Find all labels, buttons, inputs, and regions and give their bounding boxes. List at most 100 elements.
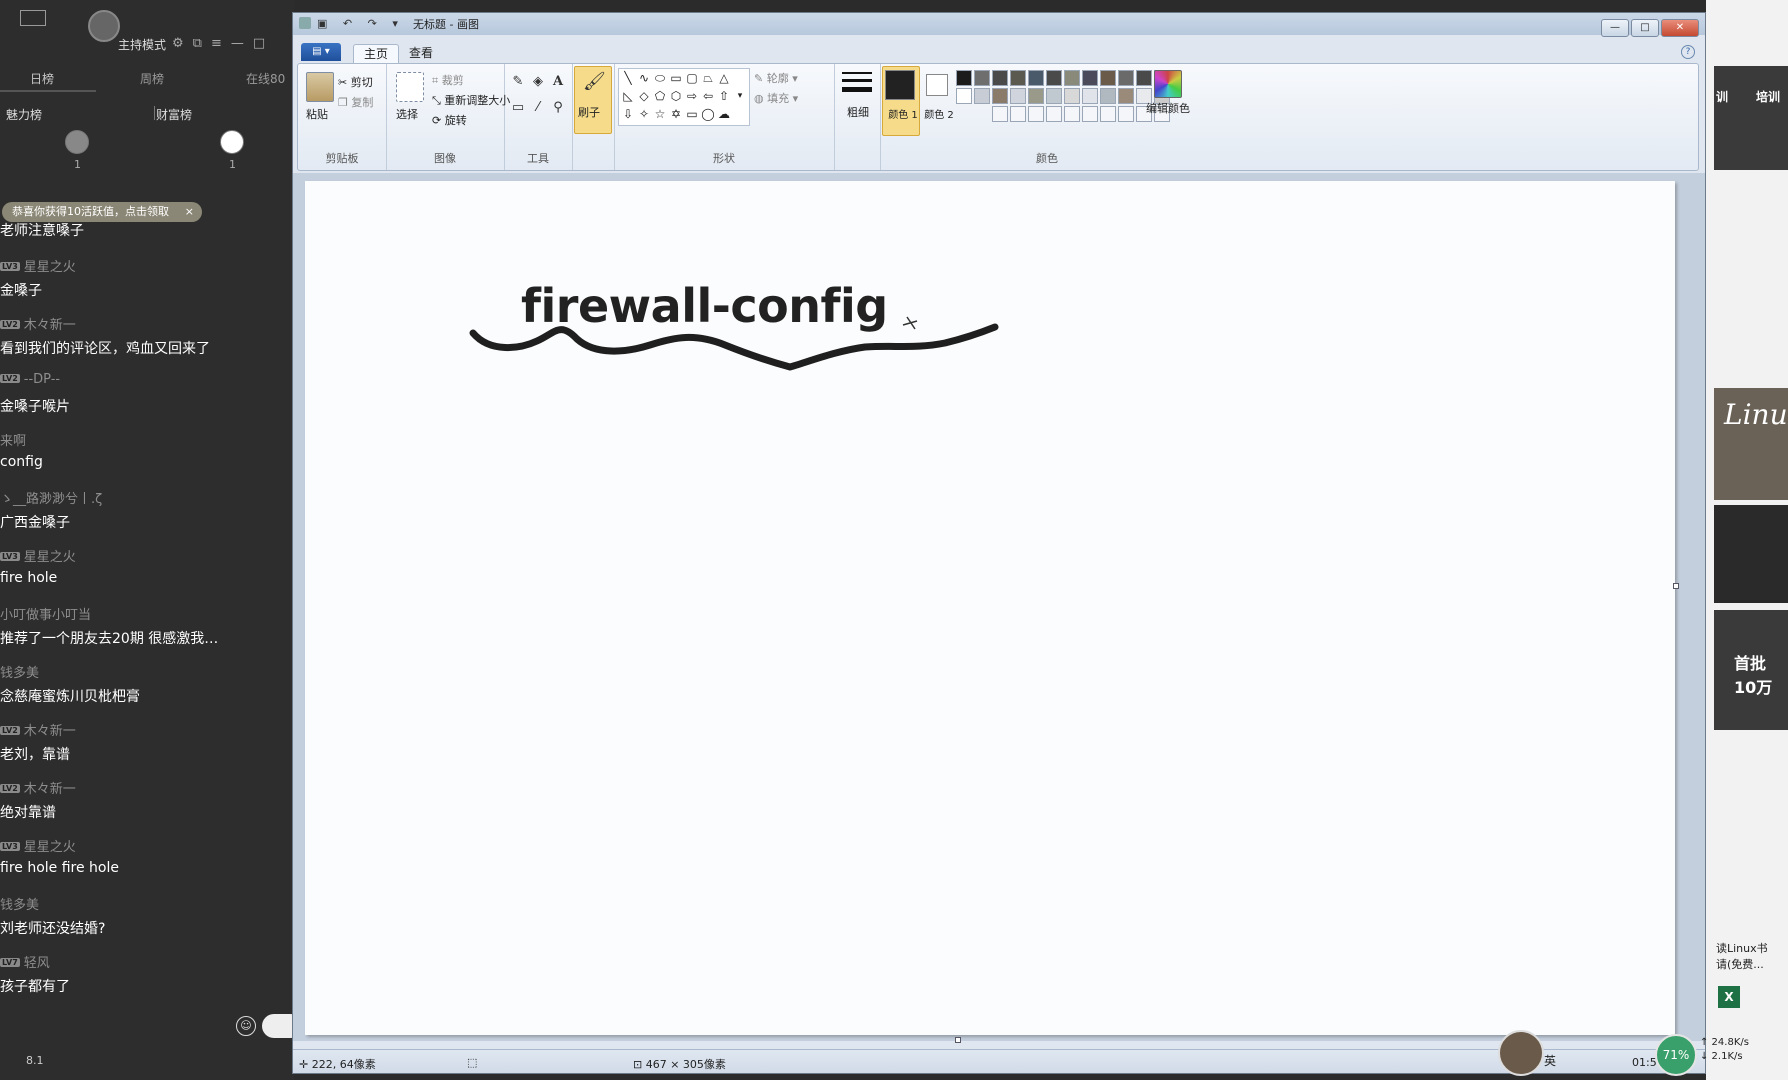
paint-app-icon[interactable] <box>299 17 311 29</box>
star4-icon[interactable]: ✧ <box>637 107 651 121</box>
palette-swatch[interactable] <box>1118 88 1134 104</box>
tab-daily[interactable]: 日榜 <box>30 70 54 87</box>
palette-swatch[interactable] <box>1064 70 1080 86</box>
palette-swatch[interactable] <box>956 88 972 104</box>
wealth-rank-title[interactable]: 财富榜 <box>156 106 192 123</box>
drawing-canvas[interactable]: firewall-config <box>305 181 1675 1035</box>
wealth-top-avatar[interactable] <box>220 130 244 154</box>
arrow-down-icon[interactable]: ⇩ <box>621 107 635 121</box>
fill-icon[interactable]: ◈ <box>530 74 546 90</box>
group-size[interactable]: 粗细 <box>834 64 881 170</box>
rectangle-icon[interactable]: ▭ <box>669 71 683 85</box>
resize-handle-right[interactable] <box>1673 583 1679 589</box>
palette-swatch[interactable] <box>1136 70 1152 86</box>
callout-oval-icon[interactable]: ◯ <box>701 107 715 121</box>
custom-swatch[interactable] <box>1064 106 1080 122</box>
callout-cloud-icon[interactable]: ☁ <box>717 107 731 121</box>
magnifier-icon[interactable]: ⚲ <box>550 100 566 116</box>
charm-top-avatar[interactable] <box>65 130 89 154</box>
star5-icon[interactable]: ☆ <box>653 107 667 121</box>
menu-icon[interactable]: ≡ <box>211 36 231 51</box>
palette-swatch[interactable] <box>974 70 990 86</box>
help-icon[interactable]: ? <box>1681 45 1695 59</box>
text-icon[interactable]: A <box>550 74 566 90</box>
settings-icon[interactable]: ⚙ <box>172 36 193 51</box>
palette-swatch[interactable] <box>1028 88 1044 104</box>
palette-swatch[interactable] <box>974 88 990 104</box>
arrow-up-icon[interactable]: ⇧ <box>717 89 731 103</box>
copy-button[interactable]: ❐ 复制 <box>338 94 373 110</box>
color-picker-icon[interactable]: ⁄ <box>530 100 546 116</box>
tab-view[interactable]: 查看 <box>399 44 443 63</box>
cpu-gauge[interactable]: 71% <box>1655 1034 1697 1076</box>
palette-swatch[interactable] <box>1046 70 1062 86</box>
popout-icon[interactable]: ⧉ <box>193 36 211 51</box>
custom-swatch[interactable] <box>1046 106 1062 122</box>
right-triangle-icon[interactable]: ◺ <box>621 89 635 103</box>
chat-input[interactable] <box>262 1014 294 1038</box>
pencil-icon[interactable]: ✎ <box>510 74 526 90</box>
fill-button[interactable]: ◍ 填充 ▾ <box>754 90 798 106</box>
star6-icon[interactable]: ✡ <box>669 107 683 121</box>
resize-button[interactable]: ⤡ 重新调整大小 <box>432 92 510 108</box>
shapes-gallery[interactable]: ╲ ∿ ⬭ ▭ ▢ ⏢ △ ◺ ◇ ⬠ ⬡ ⇨ ⇦ ⇧ ⇩ ✧ ☆ ✡ ▭ ◯ … <box>618 68 750 126</box>
palette-swatch[interactable] <box>1046 88 1062 104</box>
tab-home[interactable]: 主页 <box>353 44 400 64</box>
callout-rect-icon[interactable]: ▭ <box>685 107 699 121</box>
palette-swatch[interactable] <box>1100 70 1116 86</box>
cut-button[interactable]: ✂ 剪切 <box>338 74 373 90</box>
custom-swatch[interactable] <box>1028 106 1044 122</box>
triangle-icon[interactable]: △ <box>717 71 731 85</box>
outline-button[interactable]: ✎ 轮廓 ▾ <box>754 70 798 86</box>
gallery-scroll-icon[interactable]: ▾ <box>733 89 747 103</box>
file-menu-button[interactable]: ▤ ▾ <box>301 43 341 61</box>
maximize-icon[interactable]: □ <box>253 36 274 51</box>
palette-swatch[interactable] <box>992 88 1008 104</box>
minimize-icon[interactable]: — <box>231 36 253 51</box>
header-icons[interactable]: ⚙⧉≡—□ <box>172 36 274 51</box>
palette-swatch[interactable] <box>1082 88 1098 104</box>
linux-ad-banner[interactable]: Linux <box>1714 388 1788 500</box>
arrow-left-icon[interactable]: ⇦ <box>701 89 715 103</box>
eraser-icon[interactable]: ▭ <box>510 100 526 116</box>
line-icon[interactable]: ╲ <box>621 71 635 85</box>
arrow-right-icon[interactable]: ⇨ <box>685 89 699 103</box>
caption-1[interactable]: 读Linux书 <box>1716 940 1768 956</box>
pentagon-icon[interactable]: ⬠ <box>653 89 667 103</box>
ad-image[interactable] <box>1714 505 1788 603</box>
palette-swatch[interactable] <box>1010 88 1026 104</box>
palette-swatch[interactable] <box>1028 70 1044 86</box>
custom-swatch[interactable] <box>1010 106 1026 122</box>
promo-banner[interactable]: 首批10万 <box>1714 610 1788 730</box>
maximize-button[interactable]: □ <box>1631 19 1659 37</box>
paste-button[interactable]: 粘贴 <box>306 106 328 122</box>
reward-notice[interactable]: 恭喜你获得10活跃值，点击领取 × <box>2 202 202 222</box>
palette-swatch[interactable] <box>1064 88 1080 104</box>
rotate-button[interactable]: ⟳ 旋转 <box>432 112 467 128</box>
tab-online[interactable]: 在线80 <box>246 70 285 87</box>
palette-swatch[interactable] <box>992 70 1008 86</box>
close-icon[interactable]: × <box>185 202 194 222</box>
palette-swatch[interactable] <box>1118 70 1134 86</box>
host-mode-label[interactable]: 主持模式 <box>118 36 166 53</box>
custom-swatch[interactable] <box>1100 106 1116 122</box>
diamond-icon[interactable]: ◇ <box>637 89 651 103</box>
polygon-icon[interactable]: ⏢ <box>701 71 715 85</box>
quick-access-toolbar[interactable]: ▣ ↶ ↷ ▾ <box>317 17 404 30</box>
crop-button[interactable]: ⌗ 裁剪 <box>432 72 464 88</box>
resize-handle-bottom[interactable] <box>955 1037 961 1043</box>
palette-swatch[interactable] <box>1010 70 1026 86</box>
custom-swatch[interactable] <box>992 106 1008 122</box>
excel-icon[interactable]: X <box>1718 986 1740 1008</box>
edit-colors-button[interactable]: 编辑颜色 <box>1146 100 1190 116</box>
side-label-2[interactable]: 培训 <box>1756 88 1780 105</box>
curve-icon[interactable]: ∿ <box>637 71 651 85</box>
minimize-button[interactable]: — <box>1601 19 1629 37</box>
tab-weekly[interactable]: 周榜 <box>140 70 164 87</box>
select-button[interactable]: 选择 <box>396 106 418 122</box>
rounded-rect-icon[interactable]: ▢ <box>685 71 699 85</box>
ime-indicator[interactable]: 英 <box>1544 1052 1556 1069</box>
palette-swatch[interactable] <box>956 70 972 86</box>
color2-swatch[interactable] <box>926 74 948 96</box>
oval-icon[interactable]: ⬭ <box>653 71 667 85</box>
